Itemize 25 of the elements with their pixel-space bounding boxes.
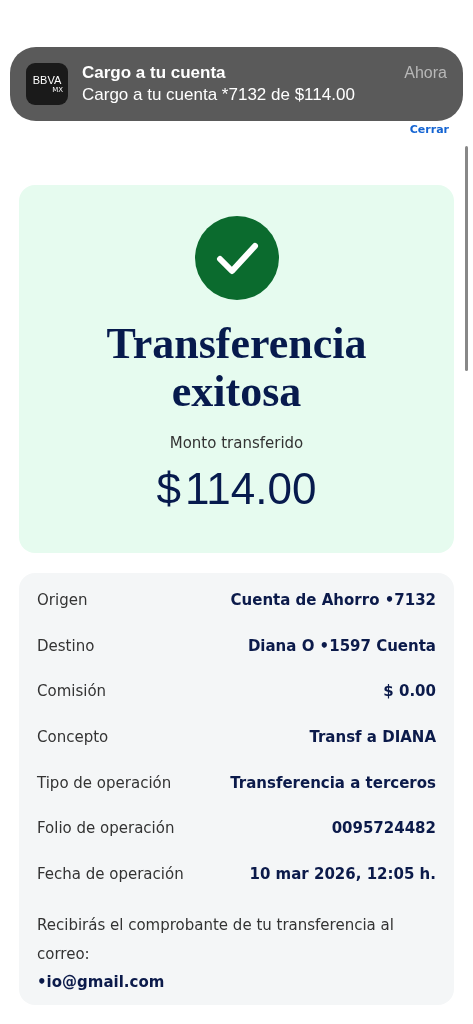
check-icon bbox=[194, 216, 279, 300]
currency-sign: $ bbox=[156, 464, 182, 514]
email-address: •io@gmail.com bbox=[37, 972, 166, 991]
detail-label: Origen bbox=[37, 591, 88, 609]
detail-value: Transferencia a terceros bbox=[230, 773, 436, 792]
detail-value: Cuenta de Ahorro •7132 bbox=[230, 591, 436, 609]
detail-value: Transf a DIANA bbox=[309, 728, 436, 747]
receipt-message: Recibirás el comprobante de tu transferencia al correo: bbox=[37, 914, 395, 965]
detail-label: Folio de operación bbox=[37, 819, 175, 838]
detail-value: Diana O •1597 Cuenta bbox=[247, 636, 436, 655]
amount-value: 114.00 bbox=[185, 464, 317, 514]
notification-title: Cargo a tu cuenta bbox=[82, 63, 226, 83]
detail-label: Fecha de operación bbox=[37, 865, 184, 884]
amount-label: Monto transferido bbox=[169, 434, 304, 452]
detail-value: $ 0.00 bbox=[383, 682, 436, 701]
detail-label: Tipo de operación bbox=[37, 773, 172, 792]
close-link[interactable]: Cerrar bbox=[409, 123, 449, 136]
detail-value: 10 mar 2026, 12:05 h. bbox=[249, 865, 436, 884]
notification-body: Cargo a tu cuenta *7132 de $114.00 bbox=[82, 85, 356, 105]
detail-label: Concepto bbox=[37, 728, 109, 747]
detail-label: Destino bbox=[37, 636, 95, 655]
detail-label: Comisión bbox=[37, 682, 107, 701]
notification-time: Ahora bbox=[404, 64, 447, 82]
detail-value: 0095724482 bbox=[331, 819, 436, 838]
success-title: Transferencia exitosa bbox=[105, 320, 368, 416]
